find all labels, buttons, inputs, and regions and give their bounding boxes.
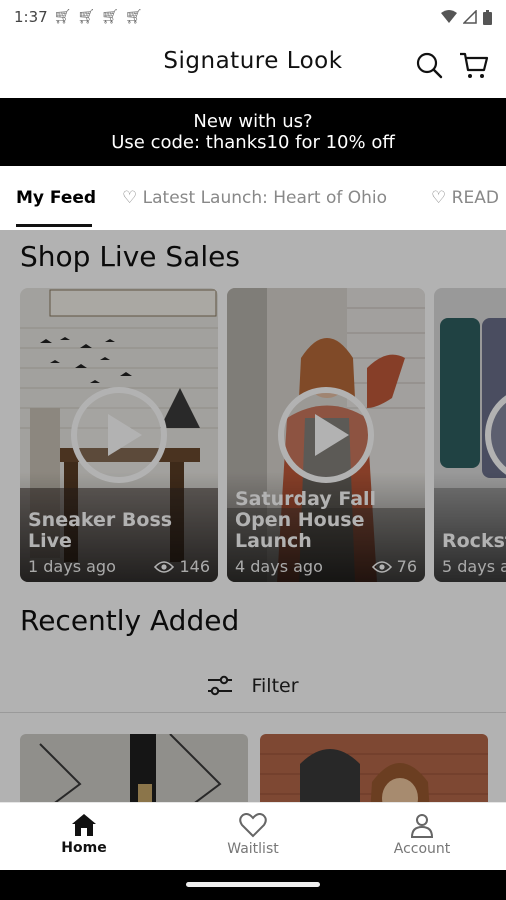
battery-icon (483, 9, 492, 25)
heart-icon (239, 813, 267, 838)
home-icon (72, 814, 96, 836)
home-gesture-pill[interactable] (186, 882, 320, 887)
nav-item-home[interactable]: Home (24, 813, 144, 856)
nav-item-account[interactable]: Account (362, 813, 482, 857)
app-header: Signature Look (0, 34, 506, 98)
nav-label-home: Home (61, 840, 107, 856)
promo-line-2: Use code: thanks10 for 10% off (111, 132, 395, 153)
wifi-icon (441, 10, 457, 23)
search-icon[interactable] (414, 50, 444, 80)
cart-icon: 🛒︎ (125, 9, 143, 25)
tab-my-feed[interactable]: My Feed (16, 188, 96, 208)
promo-banner[interactable]: New with us? Use code: thanks10 for 10% … (0, 98, 506, 166)
dim-overlay (0, 230, 506, 802)
system-navigation-bar (0, 870, 506, 900)
status-bar: 1:37 🛒︎ 🛒︎ 🛒︎ 🛒︎ (0, 0, 506, 34)
cart-icon: 🛒︎ (77, 9, 96, 25)
tab-latest-launch[interactable]: ♡ Latest Launch: Heart of Ohio (122, 188, 387, 208)
cart-icon: 🛒︎ (53, 9, 72, 25)
tab-read[interactable]: ♡ READ (431, 188, 499, 208)
nav-item-waitlist[interactable]: Waitlist (193, 813, 313, 857)
promo-line-1: New with us? (193, 111, 313, 132)
bottom-nav: Home Waitlist Account (0, 802, 506, 870)
feed-tabs: My Feed ♡ Latest Launch: Heart of Ohio ♡… (0, 166, 506, 230)
person-icon (410, 814, 434, 838)
nav-label-account: Account (393, 841, 451, 857)
active-tab-indicator (16, 224, 92, 227)
status-time: 1:37 (14, 8, 48, 26)
nav-label-waitlist: Waitlist (227, 841, 279, 857)
signal-icon (463, 10, 477, 24)
cart-icon[interactable] (458, 49, 490, 81)
cart-icon: 🛒︎ (101, 9, 120, 25)
